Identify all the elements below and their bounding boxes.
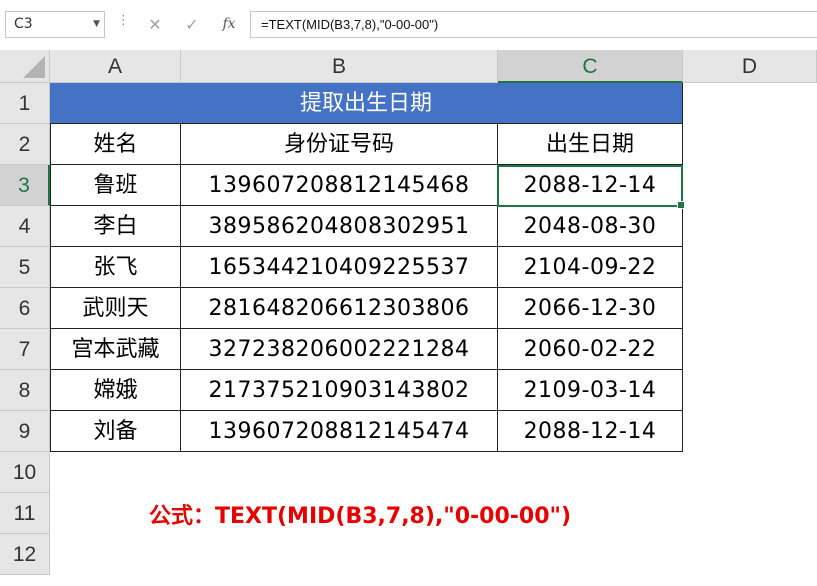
- birth-cell[interactable]: 2060-02-22: [498, 329, 683, 370]
- name-box-value: C3: [14, 16, 33, 32]
- worksheet-grid: A B C D 1 2 3 4 5 6 7 8 9 10 11 12 提取出生日…: [0, 50, 817, 586]
- column-header-c[interactable]: C: [498, 50, 683, 83]
- id-cell[interactable]: 165344210409225537: [181, 247, 498, 288]
- select-all-button[interactable]: [0, 50, 50, 83]
- id-cell[interactable]: 281648206612303806: [181, 288, 498, 329]
- name-cell[interactable]: 张飞: [50, 247, 181, 288]
- formula-bar: C3 ▼ ⋮ ✕ ✓ fx =TEXT(MID(B3,7,8),"0-00-00…: [0, 0, 817, 51]
- row-header-10[interactable]: 10: [0, 452, 50, 493]
- row-header-2[interactable]: 2: [0, 124, 50, 165]
- name-cell[interactable]: 嫦娥: [50, 370, 181, 411]
- name-box[interactable]: C3 ▼: [5, 11, 105, 38]
- select-all-icon: [23, 56, 45, 78]
- insert-function-icon[interactable]: fx: [217, 11, 241, 38]
- id-cell[interactable]: 217375210903143802: [181, 370, 498, 411]
- chevron-down-icon[interactable]: ▼: [93, 12, 100, 37]
- formula-input[interactable]: =TEXT(MID(B3,7,8),"0-00-00"): [250, 11, 817, 38]
- birth-cell[interactable]: 2104-09-22: [498, 247, 683, 288]
- birth-cell[interactable]: 2109-03-14: [498, 370, 683, 411]
- row-header-6[interactable]: 6: [0, 288, 50, 329]
- name-cell[interactable]: 宫本武藏: [50, 329, 181, 370]
- birth-cell[interactable]: 2088-12-14: [498, 165, 683, 206]
- header-cell-name[interactable]: 姓名: [50, 124, 181, 165]
- id-cell[interactable]: 139607208812145468: [181, 165, 498, 206]
- formula-note[interactable]: 公式：TEXT(MID(B3,7,8),"0-00-00"): [149, 498, 571, 530]
- column-header-b[interactable]: B: [181, 50, 498, 83]
- column-header-d[interactable]: D: [683, 50, 817, 83]
- row-header-11[interactable]: 11: [0, 493, 50, 534]
- more-options-icon[interactable]: ⋮: [117, 13, 130, 28]
- birth-cell[interactable]: 2088-12-14: [498, 411, 683, 452]
- row-header-3[interactable]: 3: [0, 165, 50, 206]
- name-cell[interactable]: 鲁班: [50, 165, 181, 206]
- row-header-5[interactable]: 5: [0, 247, 50, 288]
- name-cell[interactable]: 武则天: [50, 288, 181, 329]
- id-cell[interactable]: 389586204808302951: [181, 206, 498, 247]
- row-header-4[interactable]: 4: [0, 206, 50, 247]
- row-header-12[interactable]: 12: [0, 534, 50, 575]
- cancel-icon[interactable]: ✕: [143, 11, 167, 38]
- header-cell-id[interactable]: 身份证号码: [181, 124, 498, 165]
- header-cell-birth[interactable]: 出生日期: [498, 124, 683, 165]
- birth-cell[interactable]: 2048-08-30: [498, 206, 683, 247]
- enter-icon[interactable]: ✓: [180, 11, 204, 38]
- row-header-9[interactable]: 9: [0, 411, 50, 452]
- id-cell[interactable]: 327238206002221284: [181, 329, 498, 370]
- birth-cell[interactable]: 2066-12-30: [498, 288, 683, 329]
- table-title-cell[interactable]: 提取出生日期: [50, 83, 683, 124]
- row-header-8[interactable]: 8: [0, 370, 50, 411]
- name-cell[interactable]: 刘备: [50, 411, 181, 452]
- row-header-7[interactable]: 7: [0, 329, 50, 370]
- column-header-a[interactable]: A: [50, 50, 181, 83]
- name-cell[interactable]: 李白: [50, 206, 181, 247]
- id-cell[interactable]: 139607208812145474: [181, 411, 498, 452]
- row-header-1[interactable]: 1: [0, 83, 50, 124]
